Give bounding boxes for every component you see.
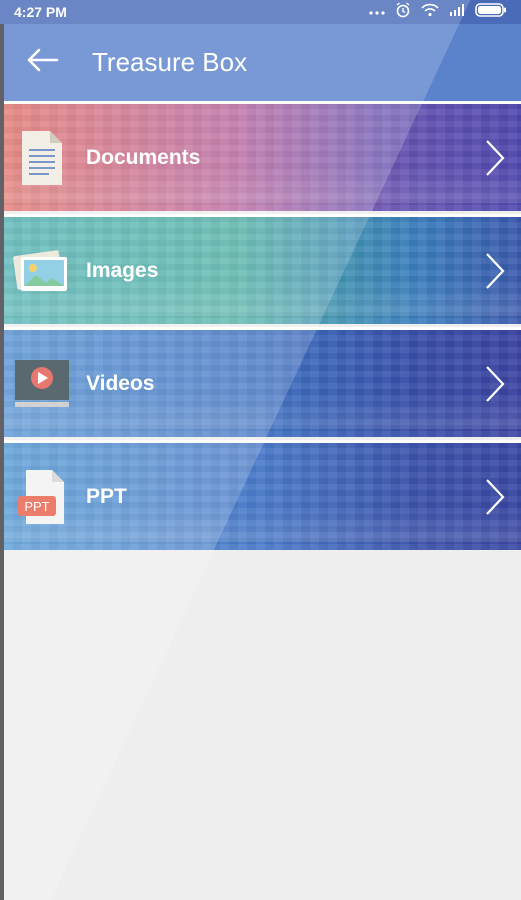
status-bar: 4:27 PM [0, 0, 521, 24]
category-item-videos[interactable]: Videos [4, 330, 521, 437]
document-icon [10, 126, 74, 190]
category-label: PPT [86, 484, 127, 508]
chevron-right-icon [483, 364, 507, 404]
more-dots-icon [369, 3, 385, 21]
ppt-badge-text: PPT [24, 499, 49, 514]
status-icons [369, 1, 507, 23]
category-label: Videos [86, 371, 155, 395]
status-time: 4:27 PM [14, 4, 67, 20]
category-item-ppt[interactable]: PPT PPT [4, 443, 521, 550]
chevron-right-icon [483, 477, 507, 517]
wifi-icon [421, 3, 439, 22]
category-label: Documents [86, 145, 201, 169]
category-list: Documents Images Videos PPT PPT [4, 101, 521, 553]
chevron-right-icon [483, 251, 507, 291]
video-icon [10, 352, 74, 416]
arrow-left-icon [25, 48, 59, 77]
alarm-icon [395, 1, 411, 23]
ppt-icon: PPT [10, 465, 74, 529]
battery-icon [475, 2, 507, 22]
category-item-documents[interactable]: Documents [4, 104, 521, 211]
image-icon [10, 239, 74, 303]
back-button[interactable] [14, 35, 70, 91]
category-item-images[interactable]: Images [4, 217, 521, 324]
page-title: Treasure Box [92, 47, 248, 77]
category-label: Images [86, 258, 159, 282]
chevron-right-icon [483, 138, 507, 178]
app-bar: Treasure Box [4, 24, 521, 101]
signal-icon [449, 3, 465, 21]
